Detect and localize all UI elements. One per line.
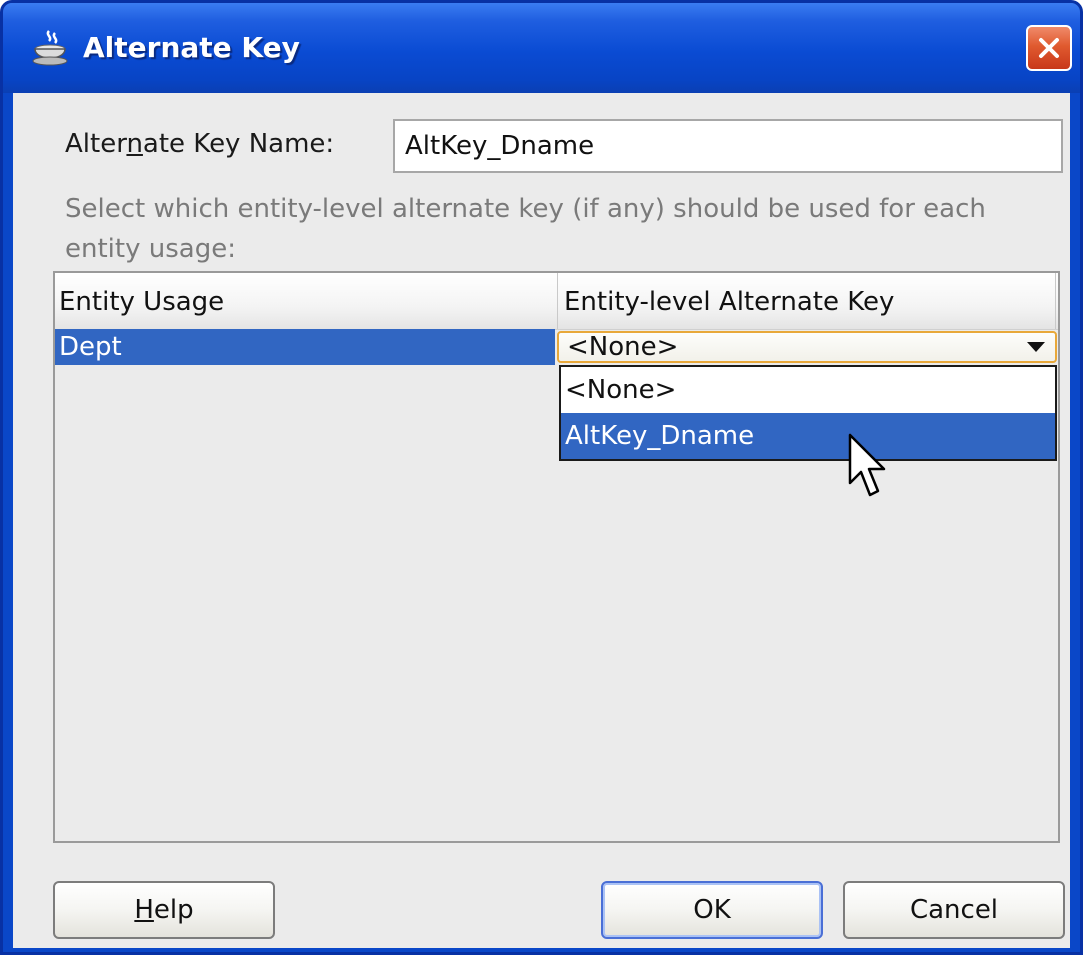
label-part: ate Key Name: xyxy=(142,129,335,159)
dialog-window: Alternate Key Alternate Key Name: AltKey… xyxy=(0,0,1083,955)
table-header: Entity Usage Entity-level Alternate Key xyxy=(55,273,1058,330)
table-row[interactable]: Dept xyxy=(55,329,555,365)
dropdown-option-altkey-dname[interactable]: AltKey_Dname xyxy=(561,413,1055,459)
column-header-entity-usage[interactable]: Entity Usage xyxy=(59,273,553,329)
chevron-down-icon[interactable] xyxy=(1027,342,1045,352)
label-part: Alter xyxy=(65,129,127,159)
window-title: Alternate Key xyxy=(83,31,300,64)
cancel-button[interactable]: Cancel xyxy=(843,881,1065,939)
entity-usage-table: Entity Usage Entity-level Alternate Key … xyxy=(53,271,1060,843)
coffee-cup-icon xyxy=(32,30,68,66)
alternate-key-combo[interactable]: <None> xyxy=(557,331,1057,363)
dropdown-list: <None> AltKey_Dname xyxy=(559,365,1057,461)
title-bar[interactable]: Alternate Key xyxy=(3,3,1080,93)
mouse-pointer-icon xyxy=(848,433,886,497)
alternate-key-name-label: Alternate Key Name: xyxy=(65,129,334,159)
close-button[interactable] xyxy=(1026,25,1072,71)
dropdown-option-none[interactable]: <None> xyxy=(561,367,1055,413)
column-header-alternate-key[interactable]: Entity-level Alternate Key xyxy=(557,273,1047,329)
help-label: elp xyxy=(153,895,194,925)
dialog-content: Alternate Key Name: AltKey_Dname Select … xyxy=(13,93,1070,948)
instruction-text: Select which entity-level alternate key … xyxy=(65,194,986,264)
close-icon xyxy=(1039,38,1059,58)
help-button[interactable]: Help xyxy=(53,881,275,939)
ok-button[interactable]: OK xyxy=(601,881,823,939)
combo-selected-value: <None> xyxy=(567,332,679,362)
alternate-key-name-input[interactable]: AltKey_Dname xyxy=(393,119,1063,173)
help-mnemonic: H xyxy=(134,895,154,925)
label-mnemonic: n xyxy=(126,129,143,159)
column-divider xyxy=(1055,273,1056,329)
